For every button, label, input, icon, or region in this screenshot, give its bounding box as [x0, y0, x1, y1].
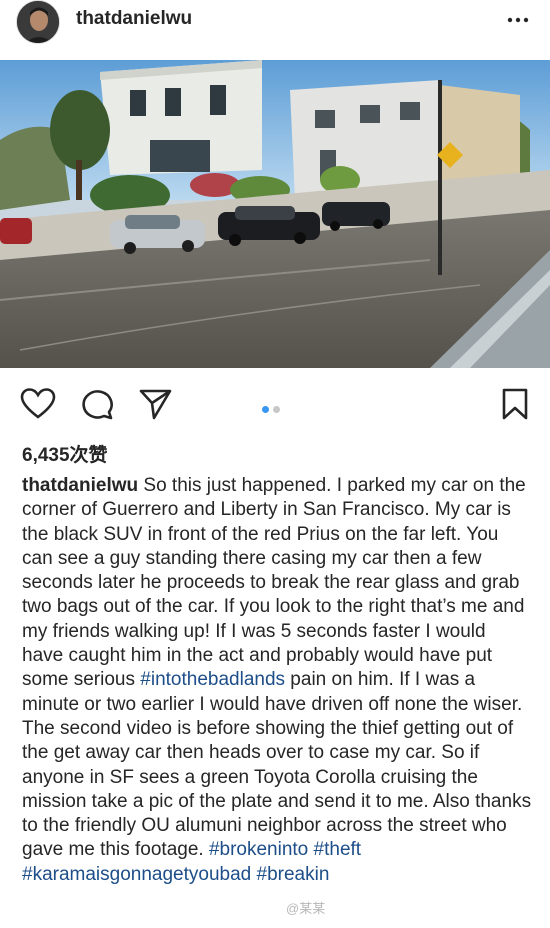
avatar[interactable] — [16, 0, 60, 44]
likes-count[interactable]: 6,435次赞 — [22, 440, 108, 467]
post-caption: thatdanielwu So this just happened. I pa… — [22, 474, 532, 887]
share-icon[interactable] — [138, 388, 174, 420]
bookmark-icon[interactable] — [500, 388, 530, 420]
caption-username[interactable]: thatdanielwu — [22, 475, 138, 496]
action-bar — [0, 380, 550, 428]
carousel-indicator — [262, 400, 284, 418]
avatar-image — [17, 1, 59, 43]
carousel-dot — [273, 406, 280, 413]
hashtag-link[interactable]: #karamaisgonnagetyoubad — [22, 864, 251, 885]
hashtag-link[interactable]: #brokeninto — [209, 839, 308, 860]
carousel-dot-active — [262, 406, 269, 413]
hashtag-link[interactable]: #intothebadlands — [140, 669, 285, 690]
post-header: thatdanielwu — [0, 0, 550, 44]
post-username[interactable]: thatdanielwu — [76, 8, 192, 30]
hashtag-link[interactable]: #breakin — [257, 864, 330, 885]
caption-text: pain on him. If I was a minute or two ea… — [22, 669, 532, 861]
watermark: @某某 — [286, 901, 326, 916]
hashtag-link[interactable]: #theft — [314, 839, 362, 860]
three-dots-icon[interactable] — [506, 10, 530, 30]
heart-icon[interactable] — [20, 388, 56, 420]
caption-text: So this just happened. I parked my car o… — [22, 475, 526, 691]
comment-icon[interactable] — [80, 388, 116, 420]
post-photo[interactable] — [0, 60, 550, 368]
street-scene-image — [0, 60, 550, 368]
